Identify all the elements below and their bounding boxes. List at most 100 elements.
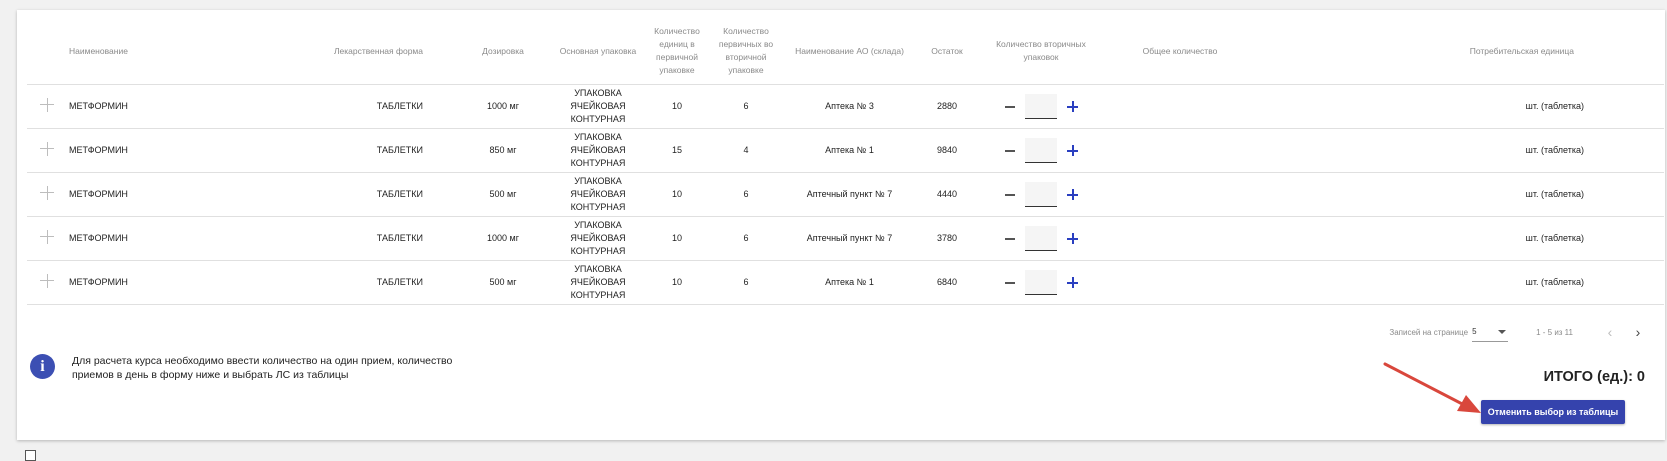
cell-primary-in-secondary: 6 xyxy=(711,216,781,261)
expand-plus-icon[interactable] xyxy=(40,185,54,200)
chevron-left-icon[interactable]: ‹ xyxy=(1601,323,1619,341)
quantity-input[interactable] xyxy=(1025,94,1057,119)
expand-plus-icon[interactable] xyxy=(40,229,54,244)
minus-icon[interactable] xyxy=(999,141,1023,161)
header-name[interactable]: Наименование xyxy=(67,18,217,85)
table-row[interactable]: МЕТФОРМИН ТАБЛЕТКИ 1000 мг УПАКОВКА ЯЧЕЙКОВ… xyxy=(27,84,1664,129)
table-row[interactable]: МЕТФОРМИН ТАБЛЕТКИ 850 мг УПАКОВКА ЯЧЕЙКОВА… xyxy=(27,128,1664,173)
cell-total-count xyxy=(1106,128,1254,173)
table-row[interactable]: МЕТФОРМИН ТАБЛЕТКИ 500 мг УПАКОВКА ЯЧЕЙКОВА… xyxy=(27,260,1664,305)
cell-primary-in-secondary: 4 xyxy=(711,128,781,173)
header-form[interactable]: Лекарственная форма xyxy=(217,18,453,85)
cell-secondary-count xyxy=(976,216,1106,261)
plus-icon[interactable] xyxy=(1063,141,1083,161)
info-message: Для расчета курса необходимо ввести коли… xyxy=(72,355,453,381)
cell-units-primary: 15 xyxy=(643,128,711,173)
cell-total-count xyxy=(1106,84,1254,129)
cell-package: УПАКОВКА ЯЧЕЙКОВАЯ КОНТУРНАЯ xyxy=(553,216,643,261)
cell-pharmacy: Аптека № 1 xyxy=(781,128,918,173)
expand-cell xyxy=(27,216,67,261)
header-secondary-count[interactable]: Количество вторичных упаковок xyxy=(976,18,1106,85)
rows-per-page-value: 5 xyxy=(1472,327,1477,336)
quantity-input[interactable] xyxy=(1025,270,1057,295)
cell-units-primary: 10 xyxy=(643,260,711,305)
cell-total-count xyxy=(1106,216,1254,261)
header-remain[interactable]: Остаток xyxy=(918,18,976,85)
header-total-count[interactable]: Общее количество xyxy=(1106,18,1254,85)
cell-total-count xyxy=(1106,260,1254,305)
cell-remain: 6840 xyxy=(918,260,976,305)
cell-consumer-unit: шт. (таблетка) xyxy=(1254,260,1664,305)
table-row[interactable]: МЕТФОРМИН ТАБЛЕТКИ 1000 мг УПАКОВКА ЯЧЕЙКОВ… xyxy=(27,216,1664,261)
minus-icon[interactable] xyxy=(999,229,1023,249)
expand-plus-icon[interactable] xyxy=(40,273,54,288)
expand-cell xyxy=(27,128,67,173)
plus-icon[interactable] xyxy=(1063,185,1083,205)
expand-cell xyxy=(27,260,67,305)
results-card: Наименование Лекарственная форма Дозиров… xyxy=(17,10,1665,440)
total-units: ИТОГО (ед.): 0 xyxy=(1543,369,1645,385)
cell-package: УПАКОВКА ЯЧЕЙКОВАЯ КОНТУРНАЯ xyxy=(553,260,643,305)
cell-dosage: 1000 мг xyxy=(453,84,553,129)
plus-icon[interactable] xyxy=(1063,97,1083,117)
header-package[interactable]: Основная упаковка xyxy=(553,18,643,85)
cell-name: МЕТФОРМИН xyxy=(67,172,217,217)
expand-plus-icon[interactable] xyxy=(40,97,54,112)
plus-icon[interactable] xyxy=(1063,229,1083,249)
cell-name: МЕТФОРМИН xyxy=(67,216,217,261)
cell-dosage: 1000 мг xyxy=(453,216,553,261)
cell-primary-in-secondary: 6 xyxy=(711,84,781,129)
cell-form: ТАБЛЕТКИ xyxy=(217,172,453,217)
cell-package: УПАКОВКА ЯЧЕЙКОВАЯ КОНТУРНАЯ xyxy=(553,172,643,217)
table-header-row: Наименование Лекарственная форма Дозиров… xyxy=(27,18,1664,85)
cell-name: МЕТФОРМИН xyxy=(67,84,217,129)
cell-form: ТАБЛЕТКИ xyxy=(217,260,453,305)
cell-remain: 9840 xyxy=(918,128,976,173)
cell-pharmacy: Аптечный пункт № 7 xyxy=(781,172,918,217)
cell-pharmacy: Аптека № 1 xyxy=(781,260,918,305)
header-consumer-unit[interactable]: Потребительская единица xyxy=(1254,18,1664,85)
cell-secondary-count xyxy=(976,172,1106,217)
header-dosage[interactable]: Дозировка xyxy=(453,18,553,85)
cell-pharmacy: Аптечный пункт № 7 xyxy=(781,216,918,261)
cell-dosage: 500 мг xyxy=(453,260,553,305)
cell-form: ТАБЛЕТКИ xyxy=(217,128,453,173)
header-pharmacy[interactable]: Наименование АО (склада) xyxy=(781,18,918,85)
plus-icon[interactable] xyxy=(1063,273,1083,293)
medicines-table: Наименование Лекарственная форма Дозиров… xyxy=(27,18,1664,305)
cell-pharmacy: Аптека № 3 xyxy=(781,84,918,129)
pagination-range: 1 - 5 из 11 xyxy=(1536,327,1573,337)
expand-plus-icon[interactable] xyxy=(40,141,54,156)
quantity-stepper xyxy=(978,226,1104,251)
cell-remain: 3780 xyxy=(918,216,976,261)
cell-consumer-unit: шт. (таблетка) xyxy=(1254,172,1664,217)
quantity-input[interactable] xyxy=(1025,182,1057,207)
quantity-stepper xyxy=(978,94,1104,119)
below-fold-checkbox[interactable] xyxy=(25,450,36,461)
cancel-selection-button[interactable]: Отменить выбор из таблицы xyxy=(1481,400,1625,424)
chevron-right-icon[interactable]: › xyxy=(1629,323,1647,341)
cell-secondary-count xyxy=(976,84,1106,129)
header-units-primary[interactable]: Количество единиц в первичной упаковке xyxy=(643,18,711,85)
rows-per-page-select[interactable]: 5 xyxy=(1472,323,1509,342)
quantity-stepper xyxy=(978,270,1104,295)
cell-package: УПАКОВКА ЯЧЕЙКОВАЯ КОНТУРНАЯ xyxy=(553,128,643,173)
minus-icon[interactable] xyxy=(999,97,1023,117)
pagination: Записей на странице 5 1 - 5 из 11 ‹ › xyxy=(1389,322,1647,342)
cell-form: ТАБЛЕТКИ xyxy=(217,216,453,261)
quantity-input[interactable] xyxy=(1025,226,1057,251)
expand-header xyxy=(27,18,67,85)
quantity-stepper xyxy=(978,182,1104,207)
quantity-input[interactable] xyxy=(1025,138,1057,163)
info-icon: i xyxy=(30,354,55,379)
cell-name: МЕТФОРМИН xyxy=(67,260,217,305)
minus-icon[interactable] xyxy=(999,273,1023,293)
table-row[interactable]: МЕТФОРМИН ТАБЛЕТКИ 500 мг УПАКОВКА ЯЧЕЙКОВА… xyxy=(27,172,1664,217)
minus-icon[interactable] xyxy=(999,185,1023,205)
header-primary-in-secondary[interactable]: Количество первичных во вторичной упаков… xyxy=(711,18,781,85)
quantity-stepper xyxy=(978,138,1104,163)
cell-dosage: 850 мг xyxy=(453,128,553,173)
chevron-down-icon xyxy=(1498,329,1507,334)
cell-secondary-count xyxy=(976,260,1106,305)
cell-units-primary: 10 xyxy=(643,216,711,261)
